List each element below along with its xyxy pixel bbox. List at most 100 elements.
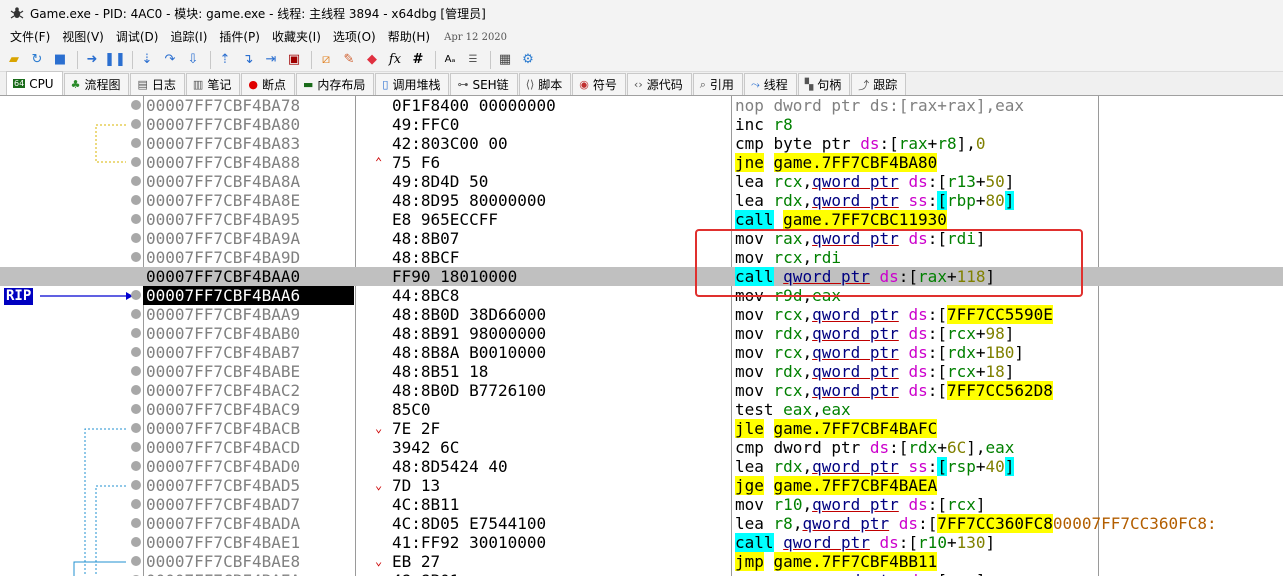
operand-token	[764, 172, 774, 191]
hash-icon[interactable]: #	[408, 50, 428, 70]
operand-token: ,	[802, 381, 813, 400]
breakpoint-dot-icon: ●	[248, 78, 258, 91]
instruction-row[interactable]: 00007FF7CBF4BAC9 85C0 test eax,eax	[0, 400, 1283, 419]
instruction-row[interactable]: 00007FF7CBF4BAC2 48:8B0D B7726100 mov rcx,…	[0, 381, 1283, 400]
tab-seh[interactable]: ⊶ SEH链	[450, 73, 518, 95]
tab-log[interactable]: ▤ 日志	[130, 73, 185, 95]
instruction-disassembly: lea rcx,qword ptr ds:[r13+50]	[735, 172, 1014, 191]
instruction-row[interactable]: 00007FF7CBF4BA9D 48:8BCF mov rcx,rdi	[0, 248, 1283, 267]
tab-graph[interactable]: ♣ 流程图	[63, 73, 130, 95]
instruction-row[interactable]: 00007FF7CBF4BA95 E8 965ECCFF call game.7FF…	[0, 210, 1283, 229]
operand-token: ds	[869, 438, 890, 457]
breakpoint-icon[interactable]: ⧄	[316, 50, 336, 70]
tab-script[interactable]: ⟨⟩ 脚本	[518, 73, 572, 95]
settings-icon[interactable]: ⚙	[518, 50, 538, 70]
instruction-row[interactable]: 00007FF7CBF4BA8A 49:8D4D 50 lea rcx,qword …	[0, 172, 1283, 191]
tab-memory-map[interactable]: ▬ 内存布局	[295, 73, 375, 95]
operand-token: rdx	[946, 343, 976, 362]
tab-call-stack[interactable]: ▯ 调用堆栈	[375, 73, 450, 95]
instruction-row[interactable]: 00007FF7CBF4BACD 3942 6C cmp dword ptr ds:…	[0, 438, 1283, 457]
menu-plugins[interactable]: 插件(P)	[213, 26, 266, 48]
tab-cpu[interactable]: 64 CPU	[6, 71, 63, 95]
instruction-bytes: 48:8B0D 38D66000	[392, 305, 547, 324]
instruction-row[interactable]: 00007FF7CBF4BA83 42:803C00 00 cmp byte ptr…	[0, 134, 1283, 153]
tab-references[interactable]: ⌕ 引用	[692, 73, 743, 95]
instruction-address: 00007FF7CBF4BAD7	[146, 495, 301, 514]
run-icon[interactable]: ➜	[82, 50, 102, 70]
instruction-bytes: FF90 18010000	[392, 267, 518, 286]
tab-symbols[interactable]: ◉ 符号	[572, 73, 626, 95]
instruction-row[interactable]: 00007FF7CBF4BA8E 48:8D95 80000000 lea rdx,…	[0, 191, 1283, 210]
instruction-row[interactable]: 00007FF7CBF4BACB ⌄ 7E 2F jle game.7FF7CBF4B…	[0, 419, 1283, 438]
comment-icon[interactable]: ✎	[339, 50, 359, 70]
label-icon[interactable]: ◆	[362, 50, 382, 70]
instruction-row[interactable]: 00007FF7CBF4BA80 49:FFC0 inc r8	[0, 115, 1283, 134]
operand-token: ]	[1004, 191, 1015, 210]
execute-till-return-icon[interactable]: ⇡	[215, 50, 235, 70]
window-title: Game.exe - PID: 4AC0 - 模块: game.exe - 线程…	[30, 6, 486, 21]
callstack-icon: ▯	[382, 78, 389, 91]
instruction-row[interactable]: 00007FF7CBF4BAA9 48:8B0D 38D66000 mov rcx,…	[0, 305, 1283, 324]
stop-icon[interactable]: ■	[50, 50, 70, 70]
operand-token: ds	[908, 172, 928, 191]
step-into-icon[interactable]: ⇣	[137, 50, 157, 70]
operand-token: qword ptr	[812, 362, 899, 381]
instruction-disassembly: mov rcx,qword ptr ds:[rdx+1B0]	[735, 343, 1024, 362]
menu-options[interactable]: 选项(O)	[327, 26, 382, 48]
restart-icon[interactable]: ↻	[27, 50, 47, 70]
tab-threads[interactable]: ⤳ 线程	[743, 73, 797, 95]
run-to-return-icon[interactable]: ⇩	[183, 50, 203, 70]
operand-token: qword ptr	[812, 172, 899, 191]
menu-favourites[interactable]: 收藏夹(I)	[266, 26, 327, 48]
operand-token: +	[975, 457, 986, 476]
tab-notes[interactable]: ▥ 笔记	[185, 73, 241, 95]
tab-source[interactable]: ‹› 源代码	[626, 73, 692, 95]
instruction-disassembly: mov rcx,qword ptr ds:[7FF7CC5590E	[735, 305, 1053, 324]
instruction-row[interactable]: 00007FF7CBF4BAA0 FF90 18010000 call qword …	[0, 267, 1283, 286]
instruction-row[interactable]: 00007FF7CBF4BAE8 ⌄ EB 27 jmp game.7FF7CBF4B…	[0, 552, 1283, 571]
menu-help[interactable]: 帮助(H)	[382, 26, 436, 48]
instruction-row[interactable]: 00007FF7CBF4BA88 ⌃ 75 F6 jne game.7FF7CBF4B…	[0, 153, 1283, 172]
scylla-icon[interactable]: ▣	[284, 50, 304, 70]
instruction-row[interactable]: 00007FF7CBF4BAB7 48:8B8A B0010000 mov rcx,…	[0, 343, 1283, 362]
operand-token: dword ptr ds:[rax+rax],eax	[763, 96, 1024, 115]
instruction-row[interactable]: 00007FF7CBF4BA9A 48:8B07 mov rax,qword ptr…	[0, 229, 1283, 248]
fx-icon[interactable]: fx	[385, 50, 405, 70]
step-over-icon[interactable]: ↷	[160, 50, 180, 70]
instruction-row[interactable]: 00007FF7CBF4BAD5 ⌄ 7D 13 jge game.7FF7CBF4B…	[0, 476, 1283, 495]
operand-token: ds	[908, 343, 928, 362]
menu-file[interactable]: 文件(F)	[4, 26, 56, 48]
instruction-bytes: 41:FF92 30010000	[392, 533, 547, 552]
animate-into-icon[interactable]: ↴	[238, 50, 258, 70]
open-icon[interactable]: ▰	[4, 50, 24, 70]
pause-icon[interactable]: ❚❚	[104, 50, 126, 70]
operand-token	[764, 115, 774, 134]
menu-view[interactable]: 视图(V)	[56, 26, 110, 48]
operand-token	[899, 495, 909, 514]
tab-handles[interactable]: ▚ 句柄	[797, 73, 851, 95]
instruction-row[interactable]: 00007FF7CBF4BABE 48:8B51 18 mov rdx,qword …	[0, 362, 1283, 381]
tab-breakpoints[interactable]: ● 断点	[241, 73, 295, 95]
instruction-row[interactable]: 00007FF7CBF4BAB0 48:8B91 98000000 mov rdx,…	[0, 324, 1283, 343]
menu-debug[interactable]: 调试(D)	[110, 26, 165, 48]
instruction-row[interactable]: 00007FF7CBF4BAD0 48:8D5424 40 lea rdx,qwor…	[0, 457, 1283, 476]
instruction-row[interactable]: 00007FF7CBF4BAD7 4C:8B11 mov r10,qword ptr…	[0, 495, 1283, 514]
instruction-row[interactable]: 00007FF7CBF4BA78 0F1F8400 00000000 nop dwo…	[0, 96, 1283, 115]
menu-trace[interactable]: 追踪(I)	[164, 26, 213, 48]
tab-trace[interactable]: ⤴ 跟踪	[851, 73, 907, 95]
tab-label: SEH链	[472, 78, 509, 92]
tab-label: 断点	[261, 78, 286, 92]
calculator-icon[interactable]: ▦	[495, 50, 515, 70]
instruction-row[interactable]: 00007FF7CBF4BAA6 44:8BC8 mov r9d,eax	[0, 286, 1283, 305]
operand-token: r8	[773, 514, 793, 533]
memory-icon: ▬	[302, 78, 314, 91]
instruction-row[interactable]: 00007FF7CBF4BAE1 41:FF92 30010000 call qwo…	[0, 533, 1283, 552]
operand-token: ]	[1004, 457, 1015, 476]
instruction-row[interactable]: 00007FF7CBF4BAEA 48:8B01 mov rax,qword ptr…	[0, 571, 1283, 576]
animate-over-icon[interactable]: ⇥	[261, 50, 281, 70]
font-icon[interactable]: Aₐ	[440, 50, 460, 70]
operand-token: ]	[1004, 362, 1015, 381]
instruction-row[interactable]: 00007FF7CBF4BADA 4C:8D05 E7544100 lea r8,q…	[0, 514, 1283, 533]
disassembly-view[interactable]: 00007FF7CBF4BA78 0F1F8400 00000000 nop dwo…	[0, 96, 1283, 576]
strings-icon[interactable]: ☰	[463, 50, 483, 70]
